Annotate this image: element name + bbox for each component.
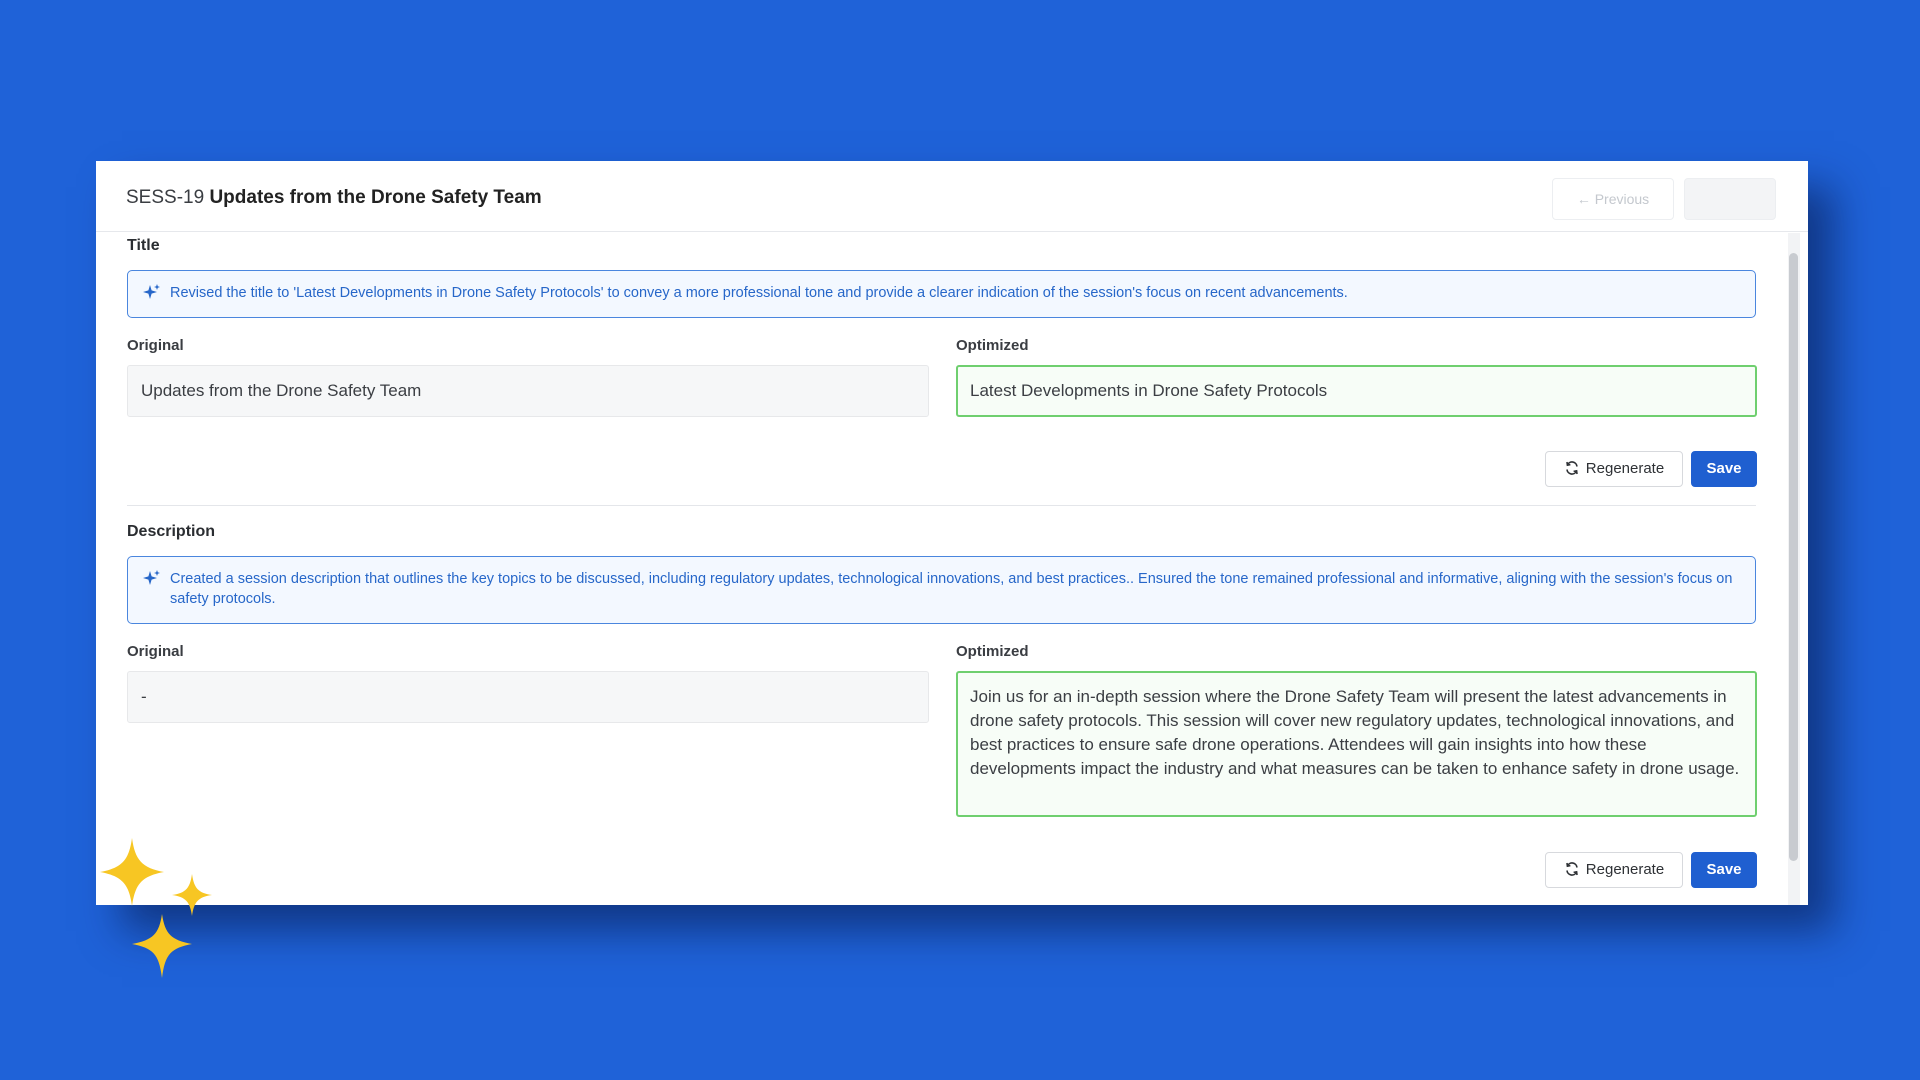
session-review-panel: SESS-19 Updates from the Drone Safety Te…	[96, 161, 1808, 905]
description-save-button[interactable]: Save	[1691, 852, 1757, 888]
refresh-icon	[1566, 461, 1578, 475]
title-save-button[interactable]: Save	[1691, 451, 1757, 487]
sparkle-icon	[143, 570, 160, 585]
page-title: SESS-19 Updates from the Drone Safety Te…	[126, 187, 542, 209]
sparkle-icon	[143, 284, 160, 299]
stars-decoration	[100, 838, 212, 978]
title-original-field: Updates from the Drone Safety Team	[127, 365, 929, 417]
section-divider	[127, 505, 1756, 506]
title-original-label: Original	[127, 337, 184, 354]
title-regenerate-label: Regenerate	[1585, 460, 1665, 477]
next-button[interactable]: Next →	[1684, 178, 1776, 220]
description-original-field: -	[127, 671, 929, 723]
description-regenerate-button[interactable]: Regenerate	[1545, 852, 1683, 888]
title-ai-note: Revised the title to 'Latest Development…	[127, 270, 1756, 318]
session-title: Updates from the Drone Safety Team	[209, 187, 542, 208]
description-section-label: Description	[127, 523, 216, 540]
title-note-text: Revised the title to 'Latest Development…	[170, 285, 1348, 301]
session-id: SESS-19	[126, 187, 205, 208]
description-original-label: Original	[127, 643, 184, 660]
description-optimized-label: Optimized	[956, 643, 1029, 660]
description-note-text: Created a session description that outli…	[170, 571, 1733, 607]
title-section-label: Title	[127, 237, 160, 254]
scrollbar-thumb[interactable]	[1789, 253, 1798, 861]
title-optimized-field[interactable]: Latest Developments in Drone Safety Prot…	[956, 365, 1757, 417]
panel-header: SESS-19 Updates from the Drone Safety Te…	[96, 161, 1808, 232]
previous-button[interactable]: ← Previous	[1552, 178, 1674, 220]
refresh-icon	[1566, 862, 1578, 876]
title-optimized-label: Optimized	[956, 337, 1029, 354]
title-regenerate-button[interactable]: Regenerate	[1545, 451, 1683, 487]
description-ai-note: Created a session description that outli…	[127, 556, 1756, 624]
description-optimized-field[interactable]: Join us for an in-depth session where th…	[956, 671, 1757, 817]
description-regenerate-label: Regenerate	[1585, 861, 1665, 878]
